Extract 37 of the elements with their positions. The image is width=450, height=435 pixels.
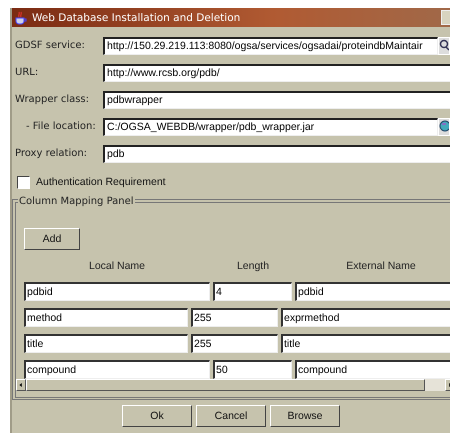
table-input-field[interactable]: exprmethod <box>281 308 450 327</box>
input-field[interactable]: http://150.29.219.113:8080/ogsa/services/ogsadai/proteindbMaintair <box>103 36 438 54</box>
search-icon[interactable] <box>438 36 450 54</box>
column-header: Length <box>236 260 270 272</box>
column-header: Local Name <box>88 260 146 272</box>
input-field[interactable]: pdbwrapper <box>103 90 450 108</box>
add-button[interactable]: Add <box>24 228 80 250</box>
field-label: Proxy relation: <box>14 148 88 159</box>
table-input-field[interactable]: pdbid <box>295 282 450 301</box>
scroll-left-icon[interactable] <box>16 379 26 391</box>
table-input-field[interactable]: title <box>281 334 450 353</box>
checkbox[interactable] <box>17 176 30 188</box>
field-label: GDSF service: <box>14 40 86 51</box>
table-input-field[interactable]: 4 <box>213 282 292 301</box>
table-input-field[interactable]: compound <box>24 360 210 379</box>
globe-icon[interactable] <box>438 118 450 136</box>
dialog-button[interactable]: Ok <box>122 405 192 427</box>
field-label: - File location: <box>25 121 97 132</box>
table-input-field[interactable]: method <box>24 308 188 327</box>
field-label: Wrapper class: <box>14 94 90 105</box>
table-input-field[interactable]: 50 <box>213 360 292 379</box>
column-header: External Name <box>345 260 417 272</box>
input-field[interactable]: pdb <box>103 144 450 162</box>
dialog-button[interactable]: Browse <box>270 405 340 427</box>
table-input-field[interactable]: 255 <box>191 308 278 327</box>
table-input-field[interactable]: 255 <box>191 334 278 353</box>
input-field[interactable]: http://www.rcsb.org/pdb/ <box>103 64 450 82</box>
table-input-field[interactable]: compound <box>295 360 450 379</box>
table-input-field[interactable]: title <box>24 334 188 353</box>
checkbox-label: Authentication Requirement <box>36 176 166 188</box>
cup-icon <box>14 10 28 24</box>
dialog-button[interactable]: Cancel <box>196 405 266 427</box>
table-input-field[interactable]: pdbid <box>24 282 210 301</box>
window-title: Web Database Installation and Deletion <box>32 12 240 24</box>
field-label: URL: <box>14 67 40 78</box>
input-field[interactable]: C:/OGSA_WEBDB/wrapper/pdb_wrapper.jar <box>103 118 438 136</box>
group-title: Column Mapping Panel <box>18 196 135 207</box>
